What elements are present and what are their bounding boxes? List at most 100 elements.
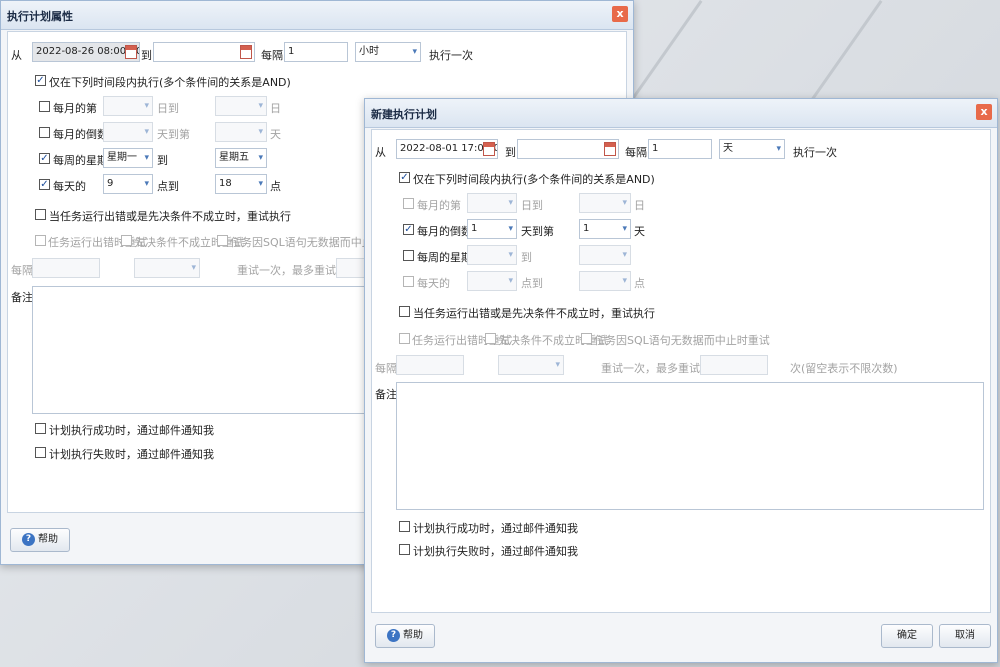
dialog-title: 新建执行计划 [371,108,437,121]
interval-input[interactable]: 1 [284,42,348,62]
retry-interval-input[interactable] [396,355,464,375]
from-label: 从 [11,49,22,62]
only-period-label: 仅在下列时间段内执行(多个条件间的关系是AND) [413,173,655,186]
monthrev-checkbox[interactable] [39,127,50,138]
week-label: 每周的星期 [53,154,108,167]
retry-sql-checkbox[interactable] [217,235,228,246]
calendar-icon[interactable] [125,45,137,59]
notify-fail-label: 计划执行失败时，通过邮件通知我 [49,448,214,461]
retry-interval-input[interactable] [32,258,100,278]
daily-checkbox[interactable]: ✓ [39,179,50,190]
monthday-label: 每月的第 [417,199,461,212]
daily-end-select[interactable]: ▾ [579,271,631,291]
retry-checkbox[interactable] [35,209,46,220]
monthrev-start-select[interactable]: 1 ▾ [467,219,517,239]
week-checkbox[interactable] [403,250,414,261]
week-label: 每周的星期 [417,251,472,264]
help-button-label: 帮助 [403,630,423,641]
daily-start-select[interactable]: ▾ [467,271,517,291]
close-icon[interactable]: x [976,104,992,120]
only-period-checkbox[interactable]: ✓ [35,75,46,86]
retry-error-label: 任务运行出错时重试 [48,236,147,249]
notify-success-label: 计划执行成功时，通过邮件通知我 [49,424,214,437]
chevron-down-icon: ▾ [622,250,627,260]
daily-checkbox[interactable] [403,276,414,287]
interval-unit-select[interactable]: 小时 ▾ [355,42,421,62]
calendar-icon[interactable] [604,142,616,156]
monthday-end-select[interactable]: ▾ [579,193,631,213]
only-period-label: 仅在下列时间段内执行(多个条件间的关系是AND) [49,76,291,89]
monthday-start-select[interactable]: ▾ [103,96,153,116]
chevron-down-icon: ▾ [622,224,627,234]
end-date-input[interactable] [153,42,255,62]
monthday-checkbox[interactable] [39,101,50,112]
monthday-label: 每月的第 [53,102,97,115]
notes-label: 备注 [11,291,33,304]
only-period-checkbox[interactable]: ✓ [399,172,410,183]
end-date-input[interactable] [517,139,619,159]
notify-success-checkbox[interactable] [399,521,410,532]
monthrev-mid-label: 天到第 [157,128,190,141]
every-label: 每隔 [625,146,647,159]
daily-start-value: 9 [107,178,114,189]
from-label: 从 [375,146,386,159]
notes-label: 备注 [375,388,397,401]
notify-success-label: 计划执行成功时，通过邮件通知我 [413,522,578,535]
daily-end-label: 点 [634,277,645,290]
monthrev-end-select[interactable]: ▾ [215,122,267,142]
to-label: 到 [505,146,516,159]
retry-precondition-checkbox[interactable] [485,333,496,344]
interval-unit-select[interactable]: 天 ▾ [719,139,785,159]
week-start-select[interactable]: 星期一 ▾ [103,148,153,168]
chevron-down-icon: ▾ [508,224,513,234]
monthday-end-select[interactable]: ▾ [215,96,267,116]
close-icon[interactable]: x [612,6,628,22]
retry-precondition-checkbox[interactable] [121,235,132,246]
notes-textarea[interactable] [32,286,372,414]
week-end-select[interactable]: ▾ [579,245,631,265]
start-date-input[interactable]: 2022-08-01 17:00:00 [396,139,498,159]
notify-success-checkbox[interactable] [35,423,46,434]
notify-fail-checkbox[interactable] [35,447,46,458]
week-mid-label: 到 [521,251,532,264]
notes-textarea[interactable] [396,382,984,510]
monthrev-checkbox[interactable]: ✓ [403,224,414,235]
week-end-select[interactable]: 星期五 ▾ [215,148,267,168]
help-button[interactable]: ? 帮助 [10,528,70,552]
retry-error-checkbox[interactable] [35,235,46,246]
retry-checkbox[interactable] [399,306,410,317]
cancel-button[interactable]: 取消 [939,624,991,648]
ok-button[interactable]: 确定 [881,624,933,648]
monthday-start-select[interactable]: ▾ [467,193,517,213]
chevron-down-icon: ▾ [258,127,263,137]
daily-end-select[interactable]: 18 ▾ [215,174,267,194]
retry-error-checkbox[interactable] [399,333,410,344]
daily-start-select[interactable]: 9 ▾ [103,174,153,194]
calendar-icon[interactable] [240,45,252,59]
week-checkbox[interactable]: ✓ [39,153,50,164]
help-button[interactable]: ? 帮助 [375,624,435,648]
monthday-end-label: 日 [270,102,281,115]
help-button-label: 帮助 [38,534,58,545]
start-date-input[interactable]: 2022-08-26 08:00:00 [32,42,140,62]
monthrev-start-select[interactable]: ▾ [103,122,153,142]
calendar-icon[interactable] [483,142,495,156]
retry-interval-label: 每隔 [11,264,33,277]
retry-sql-checkbox[interactable] [581,333,592,344]
week-start-select[interactable]: ▾ [467,245,517,265]
interval-input[interactable]: 1 [648,139,712,159]
retry-unit-select[interactable]: ▾ [134,258,200,278]
retry-sql-label: 任务因SQL语句无数据而中止时重试 [594,334,770,347]
daily-label: 每天的 [417,277,450,290]
chevron-down-icon: ▾ [412,47,417,57]
to-label: 到 [141,49,152,62]
monthday-checkbox[interactable] [403,198,414,209]
retry-max-input[interactable] [700,355,768,375]
chevron-down-icon: ▾ [144,127,149,137]
retry-unit-select[interactable]: ▾ [498,355,564,375]
retry-error-label: 任务运行出错时重试 [412,334,511,347]
interval-unit-value: 天 [723,143,733,154]
monthrev-end-select[interactable]: 1 ▾ [579,219,631,239]
chevron-down-icon: ▾ [622,198,627,208]
notify-fail-checkbox[interactable] [399,544,410,555]
